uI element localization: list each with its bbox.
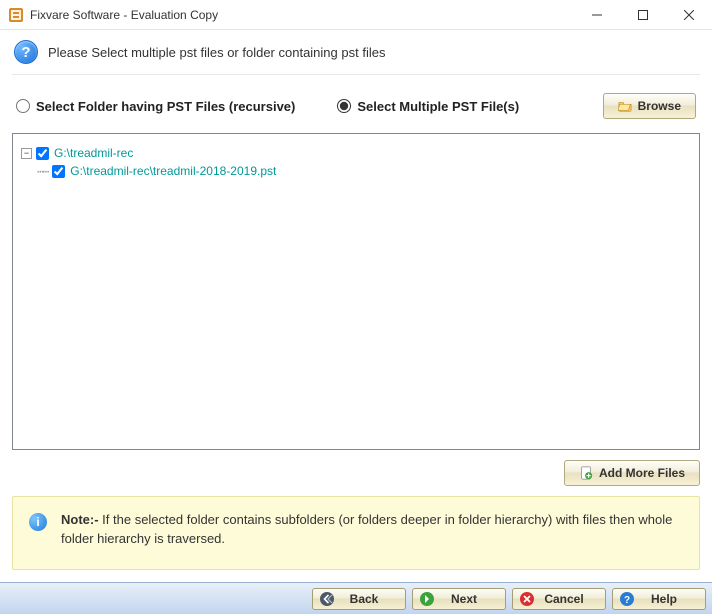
help-button[interactable]: ? Help	[612, 588, 706, 610]
add-more-files-button[interactable]: Add More Files	[564, 460, 700, 486]
help-button-label: Help	[641, 592, 687, 606]
plus-file-icon	[579, 466, 593, 480]
app-icon	[8, 7, 24, 23]
tree-checkbox-child[interactable]	[52, 165, 65, 178]
radio-select-multiple-input[interactable]	[337, 99, 351, 113]
note-text: Note:- If the selected folder contains s…	[61, 511, 683, 549]
tree-row-root: − G:\treadmil-rec	[21, 144, 691, 162]
svg-text:?: ?	[624, 595, 630, 606]
window-controls	[574, 0, 712, 29]
note-box: i Note:- If the selected folder contains…	[12, 496, 700, 570]
instruction-row: ? Please Select multiple pst files or fo…	[12, 36, 700, 75]
tree-checkbox-root[interactable]	[36, 147, 49, 160]
tree-row-child: ⋯⋯ G:\treadmil-rec\treadmil-2018-2019.ps…	[21, 162, 691, 180]
radio-select-folder-label: Select Folder having PST Files (recursiv…	[36, 99, 295, 114]
note-body: If the selected folder contains subfolde…	[61, 512, 672, 546]
option-row: Select Folder having PST Files (recursiv…	[12, 75, 700, 133]
info-icon: i	[29, 513, 47, 531]
tree-label-root[interactable]: G:\treadmil-rec	[53, 146, 133, 160]
radio-select-multiple[interactable]: Select Multiple PST File(s)	[337, 99, 519, 114]
browse-button[interactable]: Browse	[603, 93, 696, 119]
next-arrow-icon	[419, 591, 435, 607]
add-more-row: Add More Files	[12, 450, 700, 496]
tree-root: − G:\treadmil-rec ⋯⋯ G:\treadmil-rec\tre…	[21, 144, 691, 180]
cancel-button[interactable]: Cancel	[512, 588, 606, 610]
radio-select-multiple-label: Select Multiple PST File(s)	[357, 99, 519, 114]
file-tree-panel[interactable]: − G:\treadmil-rec ⋯⋯ G:\treadmil-rec\tre…	[12, 133, 700, 450]
cancel-icon	[519, 591, 535, 607]
add-more-files-label: Add More Files	[599, 466, 685, 480]
question-icon: ?	[14, 40, 38, 64]
content-area: ? Please Select multiple pst files or fo…	[0, 30, 712, 582]
browse-button-label: Browse	[638, 99, 681, 113]
back-button-label: Back	[341, 592, 387, 606]
cancel-button-label: Cancel	[541, 592, 587, 606]
note-label: Note:-	[61, 512, 99, 527]
bottom-nav-bar: Back Next Cancel ? Help	[0, 582, 712, 614]
tree-branch-line: ⋯⋯	[37, 165, 48, 178]
titlebar: Fixvare Software - Evaluation Copy	[0, 0, 712, 30]
minimize-button[interactable]	[574, 0, 620, 29]
window-title: Fixvare Software - Evaluation Copy	[30, 8, 574, 22]
close-button[interactable]	[666, 0, 712, 29]
next-button[interactable]: Next	[412, 588, 506, 610]
radio-select-folder[interactable]: Select Folder having PST Files (recursiv…	[16, 99, 295, 114]
tree-expander[interactable]: −	[21, 148, 32, 159]
folder-open-icon	[618, 99, 632, 113]
back-arrow-icon	[319, 591, 335, 607]
maximize-button[interactable]	[620, 0, 666, 29]
radio-select-folder-input[interactable]	[16, 99, 30, 113]
help-icon: ?	[619, 591, 635, 607]
back-button[interactable]: Back	[312, 588, 406, 610]
next-button-label: Next	[441, 592, 487, 606]
instruction-text: Please Select multiple pst files or fold…	[48, 45, 385, 60]
tree-label-child[interactable]: G:\treadmil-rec\treadmil-2018-2019.pst	[69, 164, 276, 178]
